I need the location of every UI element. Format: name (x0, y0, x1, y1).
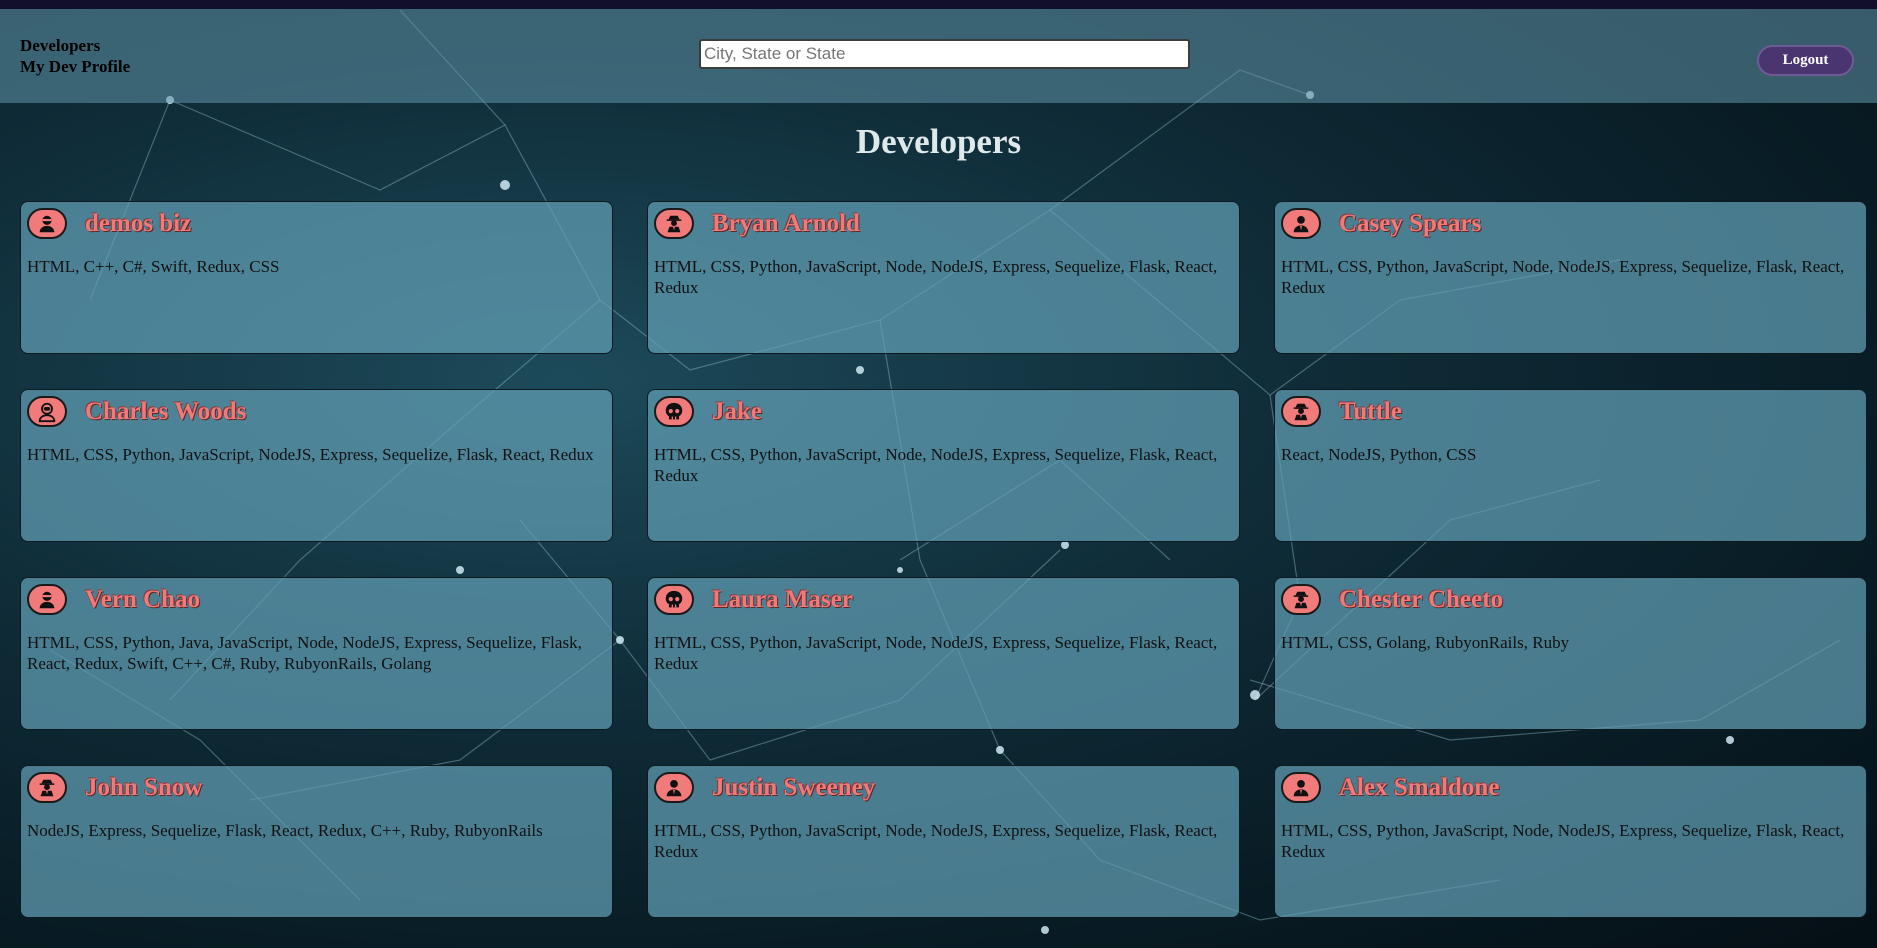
developer-skills: HTML, CSS, Python, JavaScript, Node, Nod… (1281, 257, 1845, 297)
developer-skills: HTML, CSS, Python, Java, JavaScript, Nod… (27, 633, 582, 673)
developer-name[interactable]: Alex Smaldone (1339, 774, 1499, 802)
developer-skills: HTML, CSS, Python, JavaScript, Node, Nod… (654, 821, 1218, 861)
developer-skills: HTML, CSS, Python, JavaScript, Node, Nod… (1281, 821, 1845, 861)
developer-card[interactable]: Chester Cheeto HTML, CSS, Golang, RubyonR… (1274, 577, 1867, 730)
user-tie-icon (654, 772, 694, 803)
user-secret-icon (1281, 584, 1321, 615)
developer-card-header: Laura Maser (654, 584, 853, 615)
developer-card-header: Alex Smaldone (1281, 772, 1499, 803)
developer-card[interactable]: demos biz HTML, C++, C#, Swift, Redux, CS… (20, 201, 613, 354)
developer-name[interactable]: Jake (712, 398, 762, 426)
developer-skills: HTML, CSS, Golang, RubyonRails, Ruby (1281, 633, 1570, 652)
developer-card[interactable]: Justin Sweeney HTML, CSS, Python, JavaScr… (647, 765, 1240, 918)
developer-name[interactable]: Bryan Arnold (712, 210, 860, 238)
user-secret-icon (1281, 396, 1321, 427)
developer-card-header: Charles Woods (27, 396, 246, 427)
location-search-input[interactable] (699, 39, 1190, 69)
user-astronaut-icon (27, 396, 67, 427)
nav-link-my-dev-profile[interactable]: My Dev Profile (20, 56, 130, 77)
nav-link-developers[interactable]: Developers (20, 35, 130, 56)
developer-name[interactable]: Justin Sweeney (712, 774, 875, 802)
logout-button[interactable]: Logout (1757, 45, 1854, 76)
developer-name[interactable]: Vern Chao (85, 586, 200, 614)
developer-card[interactable]: Casey Spears HTML, CSS, Python, JavaScrip… (1274, 201, 1867, 354)
developer-name[interactable]: Casey Spears (1339, 210, 1481, 238)
user-ninja-icon (27, 208, 67, 239)
user-secret-icon (27, 772, 67, 803)
developer-card-header: Tuttle (1281, 396, 1402, 427)
developer-card[interactable]: Vern Chao HTML, CSS, Python, Java, JavaSc… (20, 577, 613, 730)
developer-skills: HTML, CSS, Python, JavaScript, Node, Nod… (654, 633, 1218, 673)
developer-name[interactable]: Tuttle (1339, 398, 1402, 426)
developer-card[interactable]: Jake HTML, CSS, Python, JavaScript, Node,… (647, 389, 1240, 542)
developer-card[interactable]: Alex Smaldone HTML, CSS, Python, JavaScri… (1274, 765, 1867, 918)
developer-name[interactable]: John Snow (85, 774, 202, 802)
developer-grid: demos biz HTML, C++, C#, Swift, Redux, CS… (20, 201, 1867, 918)
developer-card-header: Chester Cheeto (1281, 584, 1503, 615)
developer-card[interactable]: Charles Woods HTML, CSS, Python, JavaScri… (20, 389, 613, 542)
page-title: Developers (855, 122, 1022, 161)
developer-card-header: demos biz (27, 208, 191, 239)
skull-icon (654, 396, 694, 427)
developer-card-header: Jake (654, 396, 762, 427)
developer-skills: HTML, CSS, Python, JavaScript, NodeJS, E… (27, 445, 594, 464)
user-tie-icon (1281, 208, 1321, 239)
developer-card-header: Vern Chao (27, 584, 200, 615)
developer-skills: HTML, C++, C#, Swift, Redux, CSS (27, 257, 280, 276)
developer-skills: NodeJS, Express, Sequelize, Flask, React… (27, 821, 543, 840)
developer-card[interactable]: Laura Maser HTML, CSS, Python, JavaScript… (647, 577, 1240, 730)
user-secret-icon (654, 208, 694, 239)
developer-card[interactable]: John Snow NodeJS, Express, Sequelize, Fla… (20, 765, 613, 918)
developer-skills: HTML, CSS, Python, JavaScript, Node, Nod… (654, 445, 1218, 485)
user-ninja-icon (27, 584, 67, 615)
skull-icon (654, 584, 694, 615)
developer-name[interactable]: Laura Maser (712, 586, 853, 614)
developer-skills: React, NodeJS, Python, CSS (1281, 445, 1477, 464)
developer-card-header: Bryan Arnold (654, 208, 860, 239)
top-strip (0, 0, 1877, 9)
developer-card-header: John Snow (27, 772, 202, 803)
developer-name[interactable]: demos biz (85, 210, 191, 238)
developer-card[interactable]: Bryan Arnold HTML, CSS, Python, JavaScrip… (647, 201, 1240, 354)
developer-skills: HTML, CSS, Python, JavaScript, Node, Nod… (654, 257, 1218, 297)
developer-name[interactable]: Charles Woods (85, 398, 246, 426)
developer-card-header: Justin Sweeney (654, 772, 875, 803)
nav-links: Developers My Dev Profile (20, 35, 130, 77)
navbar: Developers My Dev Profile Logout (0, 9, 1877, 103)
developer-name[interactable]: Chester Cheeto (1339, 586, 1503, 614)
developer-card[interactable]: Tuttle React, NodeJS, Python, CSS (1274, 389, 1867, 542)
user-tie-icon (1281, 772, 1321, 803)
developer-card-header: Casey Spears (1281, 208, 1481, 239)
